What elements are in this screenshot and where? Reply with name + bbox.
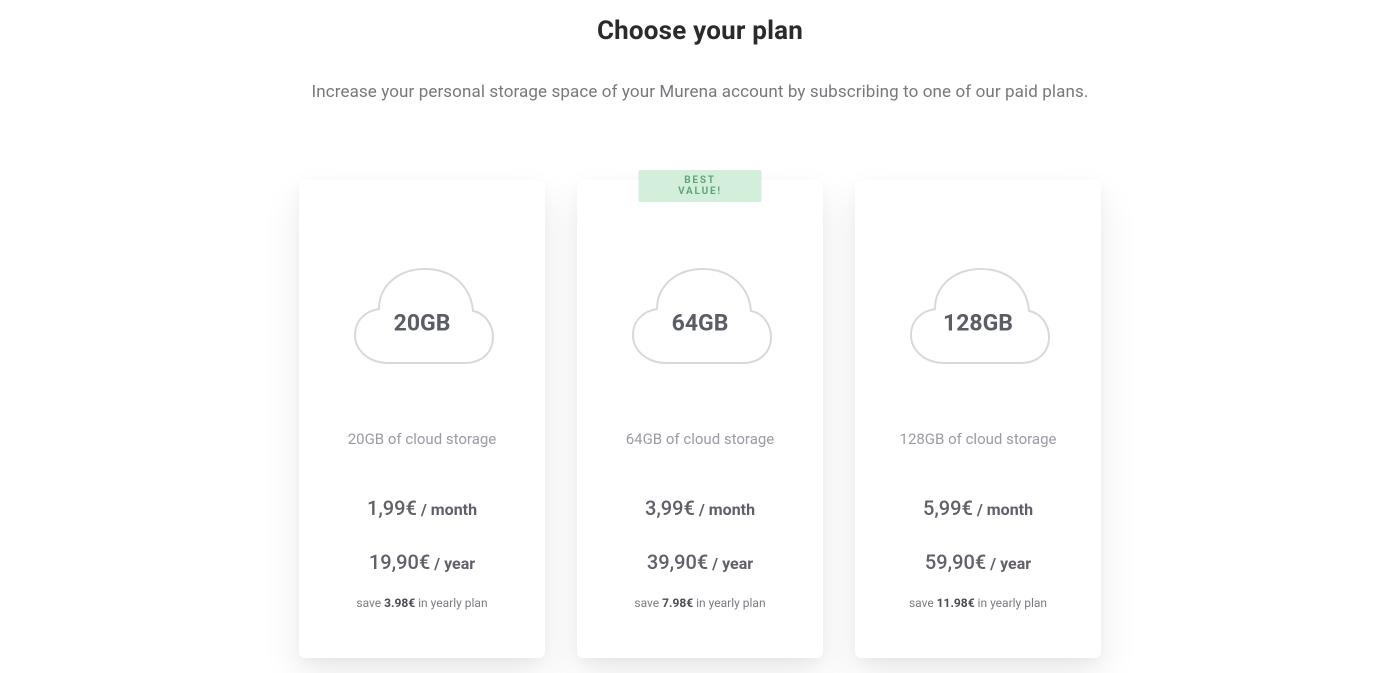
plan-card-128gb[interactable]: 128GB 128GB of cloud storage 5,99€ / mon… — [855, 180, 1101, 658]
plan-storage-size: 20GB — [394, 310, 451, 337]
save-suffix: in yearly plan — [415, 596, 487, 610]
price-month-per: / month — [973, 500, 1033, 519]
plan-price-month: 3,99€ / month — [597, 496, 803, 520]
plan-cloud: 128GB — [875, 258, 1081, 376]
price-month-value: 1,99€ — [367, 496, 417, 520]
save-amount: 11.98€ — [937, 596, 975, 610]
price-month-value: 3,99€ — [645, 496, 695, 520]
save-suffix: in yearly plan — [975, 596, 1047, 610]
page-title: Choose your plan — [0, 16, 1400, 46]
plan-price-month: 5,99€ / month — [875, 496, 1081, 520]
plan-price-year: 19,90€ / year — [319, 550, 525, 574]
best-value-badge: BEST VALUE! — [639, 170, 762, 202]
plan-cloud: 20GB — [319, 258, 525, 376]
cloud-icon: 64GB — [623, 263, 777, 371]
save-suffix: in yearly plan — [693, 596, 765, 610]
page-subtitle: Increase your personal storage space of … — [0, 82, 1400, 102]
price-year-per: / year — [986, 554, 1031, 573]
plan-cloud: 64GB — [597, 258, 803, 376]
plan-description: 20GB of cloud storage — [319, 430, 525, 448]
price-month-value: 5,99€ — [923, 496, 973, 520]
plan-price-month: 1,99€ / month — [319, 496, 525, 520]
plan-savings: save 7.98€ in yearly plan — [597, 596, 803, 610]
price-month-per: / month — [695, 500, 755, 519]
price-year-per: / year — [430, 554, 475, 573]
save-amount: 7.98€ — [662, 596, 693, 610]
plans-row: 20GB 20GB of cloud storage 1,99€ / month… — [0, 180, 1400, 658]
plan-storage-size: 128GB — [943, 310, 1013, 337]
plan-description: 128GB of cloud storage — [875, 430, 1081, 448]
price-year-value: 19,90€ — [369, 550, 430, 574]
plan-description: 64GB of cloud storage — [597, 430, 803, 448]
plan-savings: save 3.98€ in yearly plan — [319, 596, 525, 610]
plan-savings: save 11.98€ in yearly plan — [875, 596, 1081, 610]
plan-card-20gb[interactable]: 20GB 20GB of cloud storage 1,99€ / month… — [299, 180, 545, 658]
save-prefix: save — [634, 596, 662, 610]
save-prefix: save — [356, 596, 384, 610]
save-prefix: save — [909, 596, 937, 610]
page-header: Choose your plan Increase your personal … — [0, 0, 1400, 102]
price-year-per: / year — [708, 554, 753, 573]
plan-storage-size: 64GB — [672, 310, 729, 337]
price-year-value: 39,90€ — [647, 550, 708, 574]
plan-card-64gb[interactable]: BEST VALUE! 64GB 64GB of cloud storage 3… — [577, 180, 823, 658]
price-month-per: / month — [417, 500, 477, 519]
save-amount: 3.98€ — [384, 596, 415, 610]
price-year-value: 59,90€ — [925, 550, 986, 574]
plan-price-year: 39,90€ / year — [597, 550, 803, 574]
plan-price-year: 59,90€ / year — [875, 550, 1081, 574]
cloud-icon: 128GB — [901, 263, 1055, 371]
cloud-icon: 20GB — [345, 263, 499, 371]
